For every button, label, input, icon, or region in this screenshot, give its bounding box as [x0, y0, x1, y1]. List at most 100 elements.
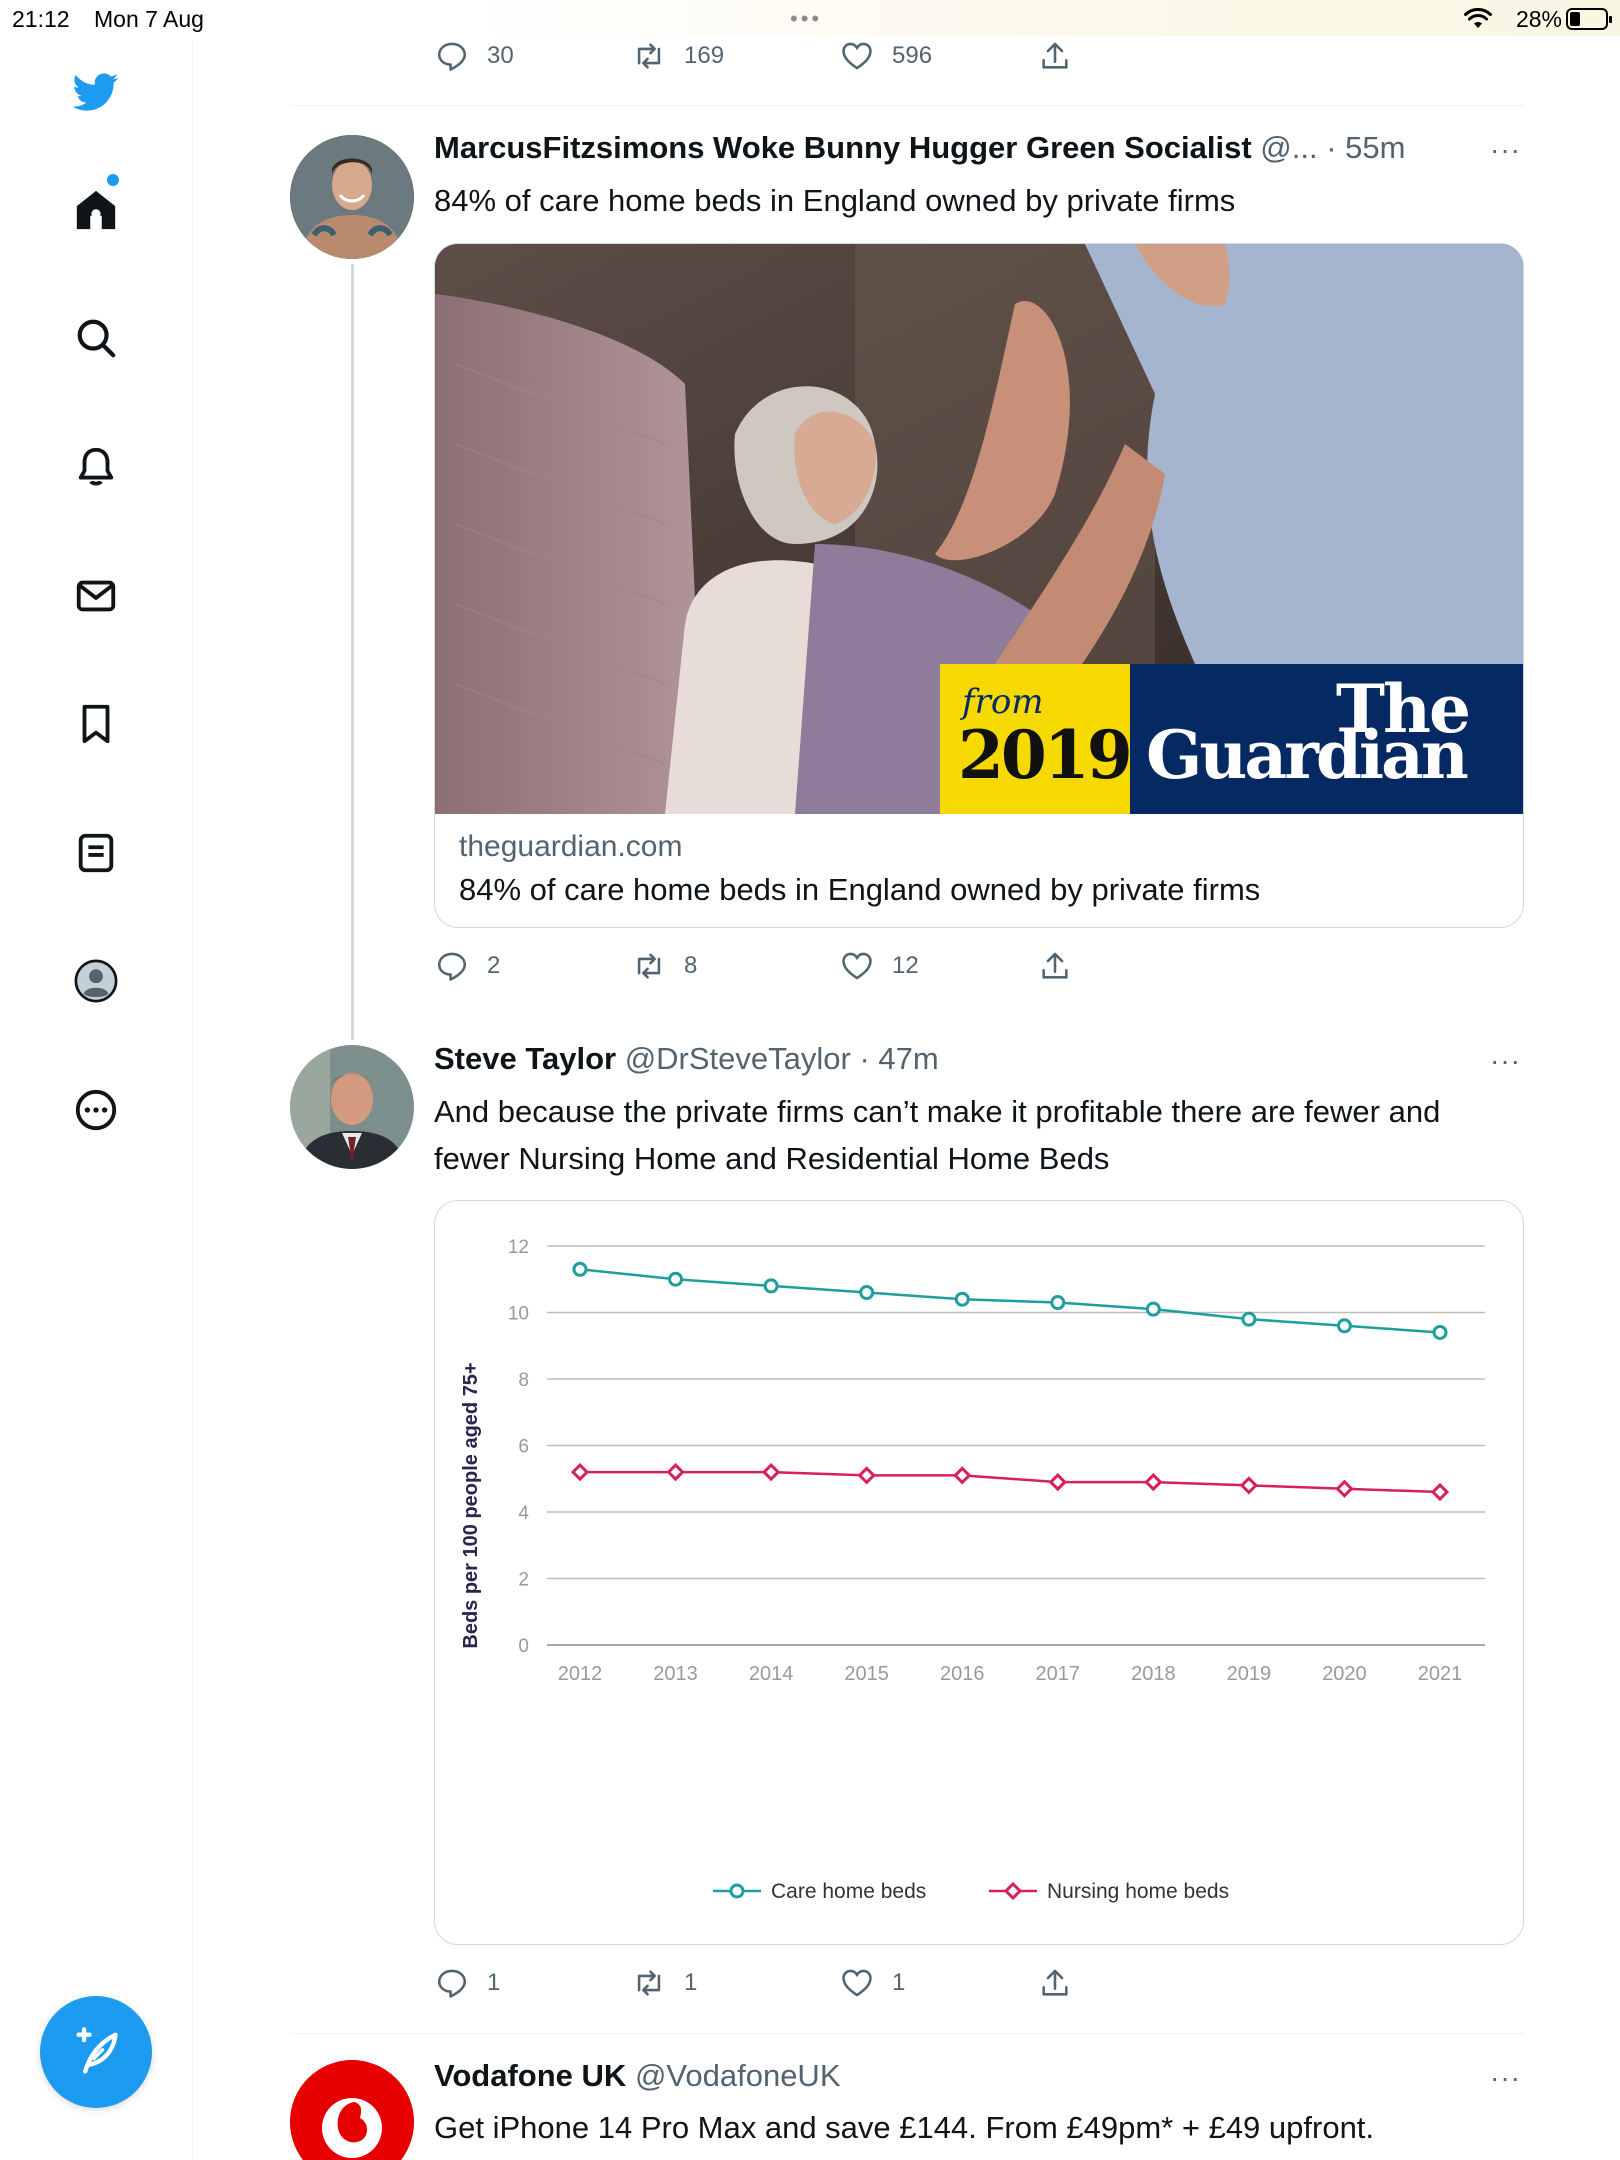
share-icon [1042, 1969, 1068, 1996]
wifi-icon [1464, 8, 1492, 28]
link-card[interactable]: from 2019 The Guardian theguardian.com 8… [434, 243, 1524, 928]
author-name[interactable]: Steve Taylor [434, 1041, 616, 1076]
share-button[interactable] [1038, 1963, 1072, 2003]
chart-image[interactable]: 0 2 4 6 8 10 12 2012 2013 2014 2015 2016 2017 2018 201… [434, 1200, 1524, 1945]
reply-button[interactable]: 30 [435, 36, 514, 76]
tweet-separator [290, 2033, 1525, 2034]
guardian-logo: The Guardian [1130, 664, 1523, 814]
y-tick-label: 2 [518, 1570, 529, 1591]
more-options-icon[interactable]: ··· [1490, 134, 1521, 166]
tweet-separator [290, 105, 1525, 106]
logo-line2: Guardian [1146, 716, 1469, 794]
avatar[interactable] [290, 135, 414, 259]
x-tick-label: 2017 [1036, 1663, 1081, 1685]
tweet-text: And because the private firms can’t make… [434, 1094, 1441, 1176]
reply-icon [437, 1969, 467, 1998]
avatar[interactable] [290, 2060, 414, 2160]
status-date: Mon 7 Aug [94, 6, 204, 32]
like-button[interactable]: 12 [840, 946, 919, 986]
like-button[interactable]: 596 [840, 36, 932, 76]
sidebar-nav [0, 40, 193, 2160]
like-icon [842, 42, 872, 70]
line-chart: 0 2 4 6 8 10 12 2012 2013 2014 2015 2016 2017 2018 201… [460, 1237, 1485, 1903]
data-point [1430, 1482, 1450, 1502]
share-button[interactable] [1038, 946, 1072, 986]
home-icon[interactable] [66, 180, 126, 240]
reply-button[interactable]: 2 [435, 946, 500, 986]
more-options-icon[interactable]: ··· [1490, 2062, 1521, 2094]
tweet-header: MarcusFitzsimons Woke Bunny Hugger Green… [434, 130, 1405, 166]
series-line [580, 1470, 1441, 1494]
data-point [763, 1278, 779, 1294]
author-name[interactable]: Vodafone UK [434, 2058, 626, 2093]
tweet-time[interactable]: · 55m [1318, 130, 1405, 165]
reply-count: 2 [487, 952, 501, 979]
tweet-header: Vodafone UK @VodafoneUK [434, 2058, 841, 2094]
home-notification-dot [107, 174, 119, 186]
tweet-text: 84% of care home beds in England owned b… [434, 183, 1236, 218]
profile-icon[interactable] [66, 951, 126, 1011]
data-point [572, 1261, 588, 1277]
y-tick-label: 4 [518, 1503, 529, 1524]
y-tick-label: 0 [518, 1636, 529, 1657]
avatar[interactable] [290, 1045, 414, 1169]
badge-year-text: 2019 [958, 716, 1133, 794]
multitask-dots-icon[interactable]: ••• [790, 6, 822, 32]
more-options-icon[interactable]: ··· [1490, 1045, 1521, 1077]
data-point [570, 1462, 590, 1482]
retweet-icon [637, 953, 661, 979]
author-name[interactable]: MarcusFitzsimons Woke Bunny Hugger Green… [434, 130, 1252, 165]
reply-button[interactable]: 1 [435, 1963, 500, 2003]
author-handle[interactable]: @DrSteveTaylor [625, 1041, 851, 1076]
data-point [954, 1291, 970, 1307]
lists-icon[interactable] [66, 823, 126, 883]
like-icon [842, 1969, 872, 1997]
x-tick-label: 2021 [1418, 1663, 1463, 1685]
y-tick-label: 6 [518, 1437, 529, 1458]
legend-label: Care home beds [771, 1880, 926, 1903]
share-button[interactable] [1038, 36, 1072, 76]
x-tick-label: 2014 [749, 1663, 794, 1685]
tweet-time[interactable]: · 47m [851, 1041, 938, 1076]
year-badge: from 2019 [940, 664, 1133, 814]
data-point [1144, 1472, 1163, 1492]
author-handle[interactable]: @VodafoneUK [635, 2058, 841, 2093]
x-tick-label: 2016 [940, 1663, 985, 1685]
bookmark-icon[interactable] [66, 694, 126, 754]
series-line [579, 1268, 1441, 1334]
reply-count: 1 [487, 1969, 501, 1996]
article-image: from 2019 The Guardian [435, 244, 1523, 814]
like-count: 1 [892, 1969, 906, 1996]
tweet-header: Steve Taylor @DrSteveTaylor · 47m [434, 1041, 939, 1077]
data-point [857, 1466, 876, 1485]
like-count: 596 [892, 42, 933, 69]
reply-icon [437, 952, 467, 981]
retweet-icon [637, 43, 661, 69]
tweet-text: Get iPhone 14 Pro Max and save £144. Fro… [434, 2110, 1375, 2145]
twitter-bird-icon[interactable] [66, 62, 126, 122]
data-point [1239, 1476, 1259, 1495]
battery-percent: 28% [1515, 6, 1562, 32]
retweet-button[interactable]: 169 [632, 36, 724, 76]
data-point [953, 1466, 972, 1485]
thread-line [351, 264, 354, 1040]
mail-icon[interactable] [66, 566, 126, 626]
data-point [761, 1462, 781, 1482]
share-icon [1042, 42, 1068, 69]
retweet-button[interactable]: 1 [632, 1963, 697, 2003]
x-tick-label: 2013 [653, 1663, 698, 1685]
data-point [1241, 1311, 1257, 1327]
search-icon[interactable] [66, 308, 126, 368]
compose-button[interactable] [40, 1996, 152, 2108]
retweet-button[interactable]: 8 [632, 946, 697, 986]
card-domain: theguardian.com [459, 830, 683, 863]
data-point [666, 1462, 685, 1482]
bell-icon[interactable] [66, 437, 126, 497]
data-point [1145, 1301, 1161, 1317]
like-button[interactable]: 1 [840, 1963, 905, 2003]
author-handle[interactable]: @... [1260, 130, 1317, 165]
legend-marker [1003, 1881, 1023, 1901]
more-circle-icon[interactable] [66, 1080, 126, 1140]
retweet-count: 1 [684, 1969, 698, 1996]
data-point [859, 1285, 875, 1301]
